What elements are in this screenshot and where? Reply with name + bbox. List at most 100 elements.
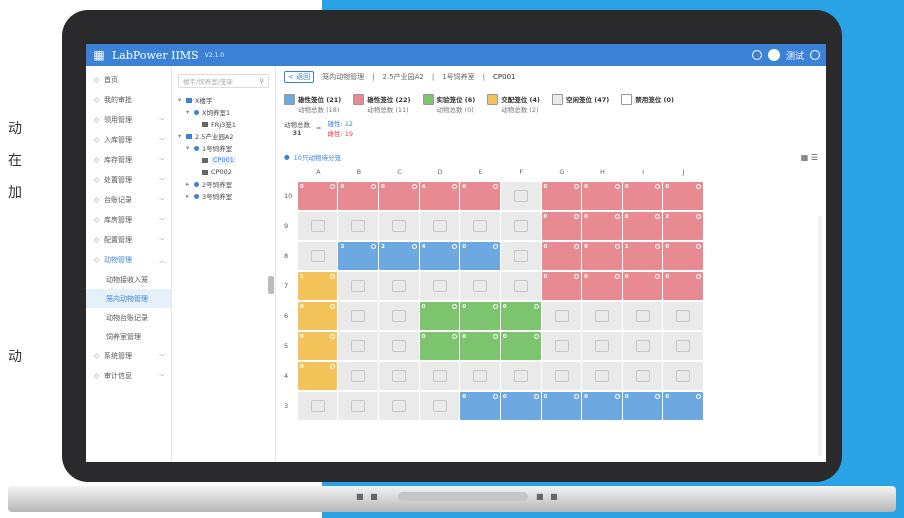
cage-cell[interactable]: 0 <box>500 332 541 360</box>
tree-node[interactable]: FRJ3笼1 <box>178 118 269 130</box>
cage-cell[interactable]: 0 <box>338 182 379 210</box>
cage-cell[interactable]: 0 <box>419 302 460 330</box>
twist-icon[interactable]: ▸ <box>186 192 194 200</box>
sidebar-item-3[interactable]: ◇ 入库管理 ﹀ <box>86 130 171 150</box>
tree-node[interactable]: ▸ 3号饲养室 <box>178 190 269 202</box>
cage-cell[interactable] <box>419 272 460 300</box>
cage-cell[interactable]: 4 <box>419 242 460 270</box>
cage-cell[interactable] <box>460 272 500 300</box>
cage-cell[interactable]: 0 <box>582 242 622 270</box>
cage-cell[interactable]: 0 <box>663 182 703 210</box>
view-toggle-icon[interactable]: ▦ ☰ <box>801 153 818 162</box>
tree-node[interactable]: CP001 <box>178 154 269 166</box>
cage-cell[interactable]: 0 <box>622 392 663 420</box>
cage-cell[interactable]: 3 <box>338 242 379 270</box>
sidebar-item-5[interactable]: ◇ 处置管理 ﹀ <box>86 170 171 190</box>
cage-cell[interactable]: 0 <box>500 392 541 420</box>
collapse-handle[interactable] <box>268 276 274 294</box>
logout-icon[interactable] <box>810 50 820 60</box>
stat-card[interactable]: 禁用笼位 (0) <box>621 94 674 114</box>
cage-cell[interactable] <box>500 272 541 300</box>
tree-node[interactable]: CP002 <box>178 166 269 178</box>
breadcrumb-item[interactable]: 笼内动物管理 <box>322 72 364 82</box>
cage-cell[interactable]: 1 <box>297 272 338 300</box>
cage-cell[interactable] <box>582 302 622 330</box>
sidebar-item-0[interactable]: ◇ 首页 <box>86 70 171 90</box>
cage-cell[interactable] <box>500 362 541 390</box>
cage-cell[interactable]: 0 <box>297 182 338 210</box>
cage-cell[interactable] <box>338 302 379 330</box>
sidebar-subitem-1[interactable]: 笼内动物管理 <box>86 289 171 308</box>
cage-cell[interactable]: 0 <box>379 182 419 210</box>
tree-node[interactable]: ▸ 2号饲养室 <box>178 178 269 190</box>
sidebar-item-after-0[interactable]: ◇ 系统管理 ﹀ <box>86 346 171 366</box>
cage-cell[interactable]: 0 <box>541 182 582 210</box>
cage-cell[interactable]: 0 <box>541 392 582 420</box>
sidebar-item-4[interactable]: ◇ 库存管理 ﹀ <box>86 150 171 170</box>
cage-cell[interactable] <box>338 392 379 420</box>
sidebar-subitem-3[interactable]: 饲养室管理 <box>86 327 171 346</box>
cage-cell[interactable]: 0 <box>663 242 703 270</box>
sidebar-item-1[interactable]: ◇ 我的审批 <box>86 90 171 110</box>
cage-cell[interactable]: 0 <box>541 242 582 270</box>
user-name[interactable]: 测试 <box>786 49 804 62</box>
breadcrumb-item[interactable]: CP001 <box>493 73 515 81</box>
cage-cell[interactable] <box>500 242 541 270</box>
twist-icon[interactable]: ▾ <box>178 132 186 140</box>
cage-cell[interactable] <box>622 332 663 360</box>
cage-cell[interactable]: 0 <box>297 332 338 360</box>
cage-cell[interactable]: 0 <box>582 212 622 240</box>
cage-cell[interactable] <box>419 362 460 390</box>
cage-cell[interactable] <box>379 332 419 360</box>
cage-cell[interactable]: 0 <box>500 302 541 330</box>
cage-cell[interactable]: 0 <box>460 302 500 330</box>
cage-cell[interactable]: 0 <box>582 392 622 420</box>
search-icon[interactable]: ⚲ <box>259 77 264 85</box>
tree-search-input[interactable]: 楼宇/饲养室/笼架 ⚲ <box>178 74 269 88</box>
cage-cell[interactable] <box>379 392 419 420</box>
twist-icon[interactable]: ▾ <box>186 144 194 152</box>
stat-card[interactable]: 雄性笼位 (22) 动物总数 (11) <box>353 94 411 114</box>
tree-node[interactable]: ▾ 1号饲养室 <box>178 142 269 154</box>
cage-cell[interactable] <box>541 302 582 330</box>
cage-cell[interactable] <box>460 362 500 390</box>
notification-icon[interactable] <box>751 50 762 60</box>
cage-cell[interactable] <box>663 332 703 360</box>
cage-cell[interactable]: 0 <box>582 272 622 300</box>
avatar[interactable] <box>767 49 780 61</box>
breadcrumb-item[interactable]: 2.5产业园A2 <box>382 72 423 82</box>
cage-cell[interactable]: 0 <box>460 332 500 360</box>
cage-cell[interactable]: 0 <box>460 392 500 420</box>
cage-cell[interactable] <box>297 392 338 420</box>
cage-cell[interactable]: 0 <box>663 272 703 300</box>
cage-cell[interactable] <box>379 302 419 330</box>
cage-cell[interactable] <box>419 392 460 420</box>
twist-icon[interactable]: ▾ <box>178 96 186 104</box>
cage-cell[interactable]: 0 <box>297 362 338 390</box>
cage-cell[interactable]: 0 <box>622 212 663 240</box>
cage-cell[interactable] <box>663 302 703 330</box>
stat-card[interactable]: 实验笼位 (6) 动物总数 (0) <box>422 94 475 114</box>
cage-cell[interactable]: 0 <box>541 272 582 300</box>
sidebar-item-8[interactable]: ◇ 配置管理 ﹀ <box>86 230 171 250</box>
cage-cell[interactable] <box>622 302 663 330</box>
cage-cell[interactable] <box>582 362 622 390</box>
cage-cell[interactable] <box>379 212 419 240</box>
cage-cell[interactable] <box>663 362 703 390</box>
sidebar-subitem-2[interactable]: 动物台账记录 <box>86 308 171 327</box>
sidebar-subitem-0[interactable]: 动物接收入笼 <box>86 270 171 289</box>
cage-cell[interactable] <box>297 242 338 270</box>
sidebar-item-2[interactable]: ◇ 领用管理 ﹀ <box>86 110 171 130</box>
pending-text[interactable]: 10只动物待分笼 <box>294 152 341 162</box>
stat-card[interactable]: 空闲笼位 (47) <box>551 94 609 114</box>
tree-node[interactable]: ▾ X楼宇 <box>178 94 269 106</box>
scrollbar[interactable] <box>818 216 822 456</box>
cage-cell[interactable] <box>379 272 419 300</box>
sidebar-item-after-1[interactable]: ◇ 审计信息 ﹀ <box>86 366 171 386</box>
tree-node[interactable]: ▾ X饲养室1 <box>178 106 269 118</box>
cage-cell[interactable] <box>338 212 379 240</box>
cage-cell[interactable] <box>338 272 379 300</box>
cage-cell[interactable] <box>500 212 541 240</box>
cage-cell[interactable]: 1 <box>622 242 663 270</box>
cage-cell[interactable] <box>500 182 541 210</box>
